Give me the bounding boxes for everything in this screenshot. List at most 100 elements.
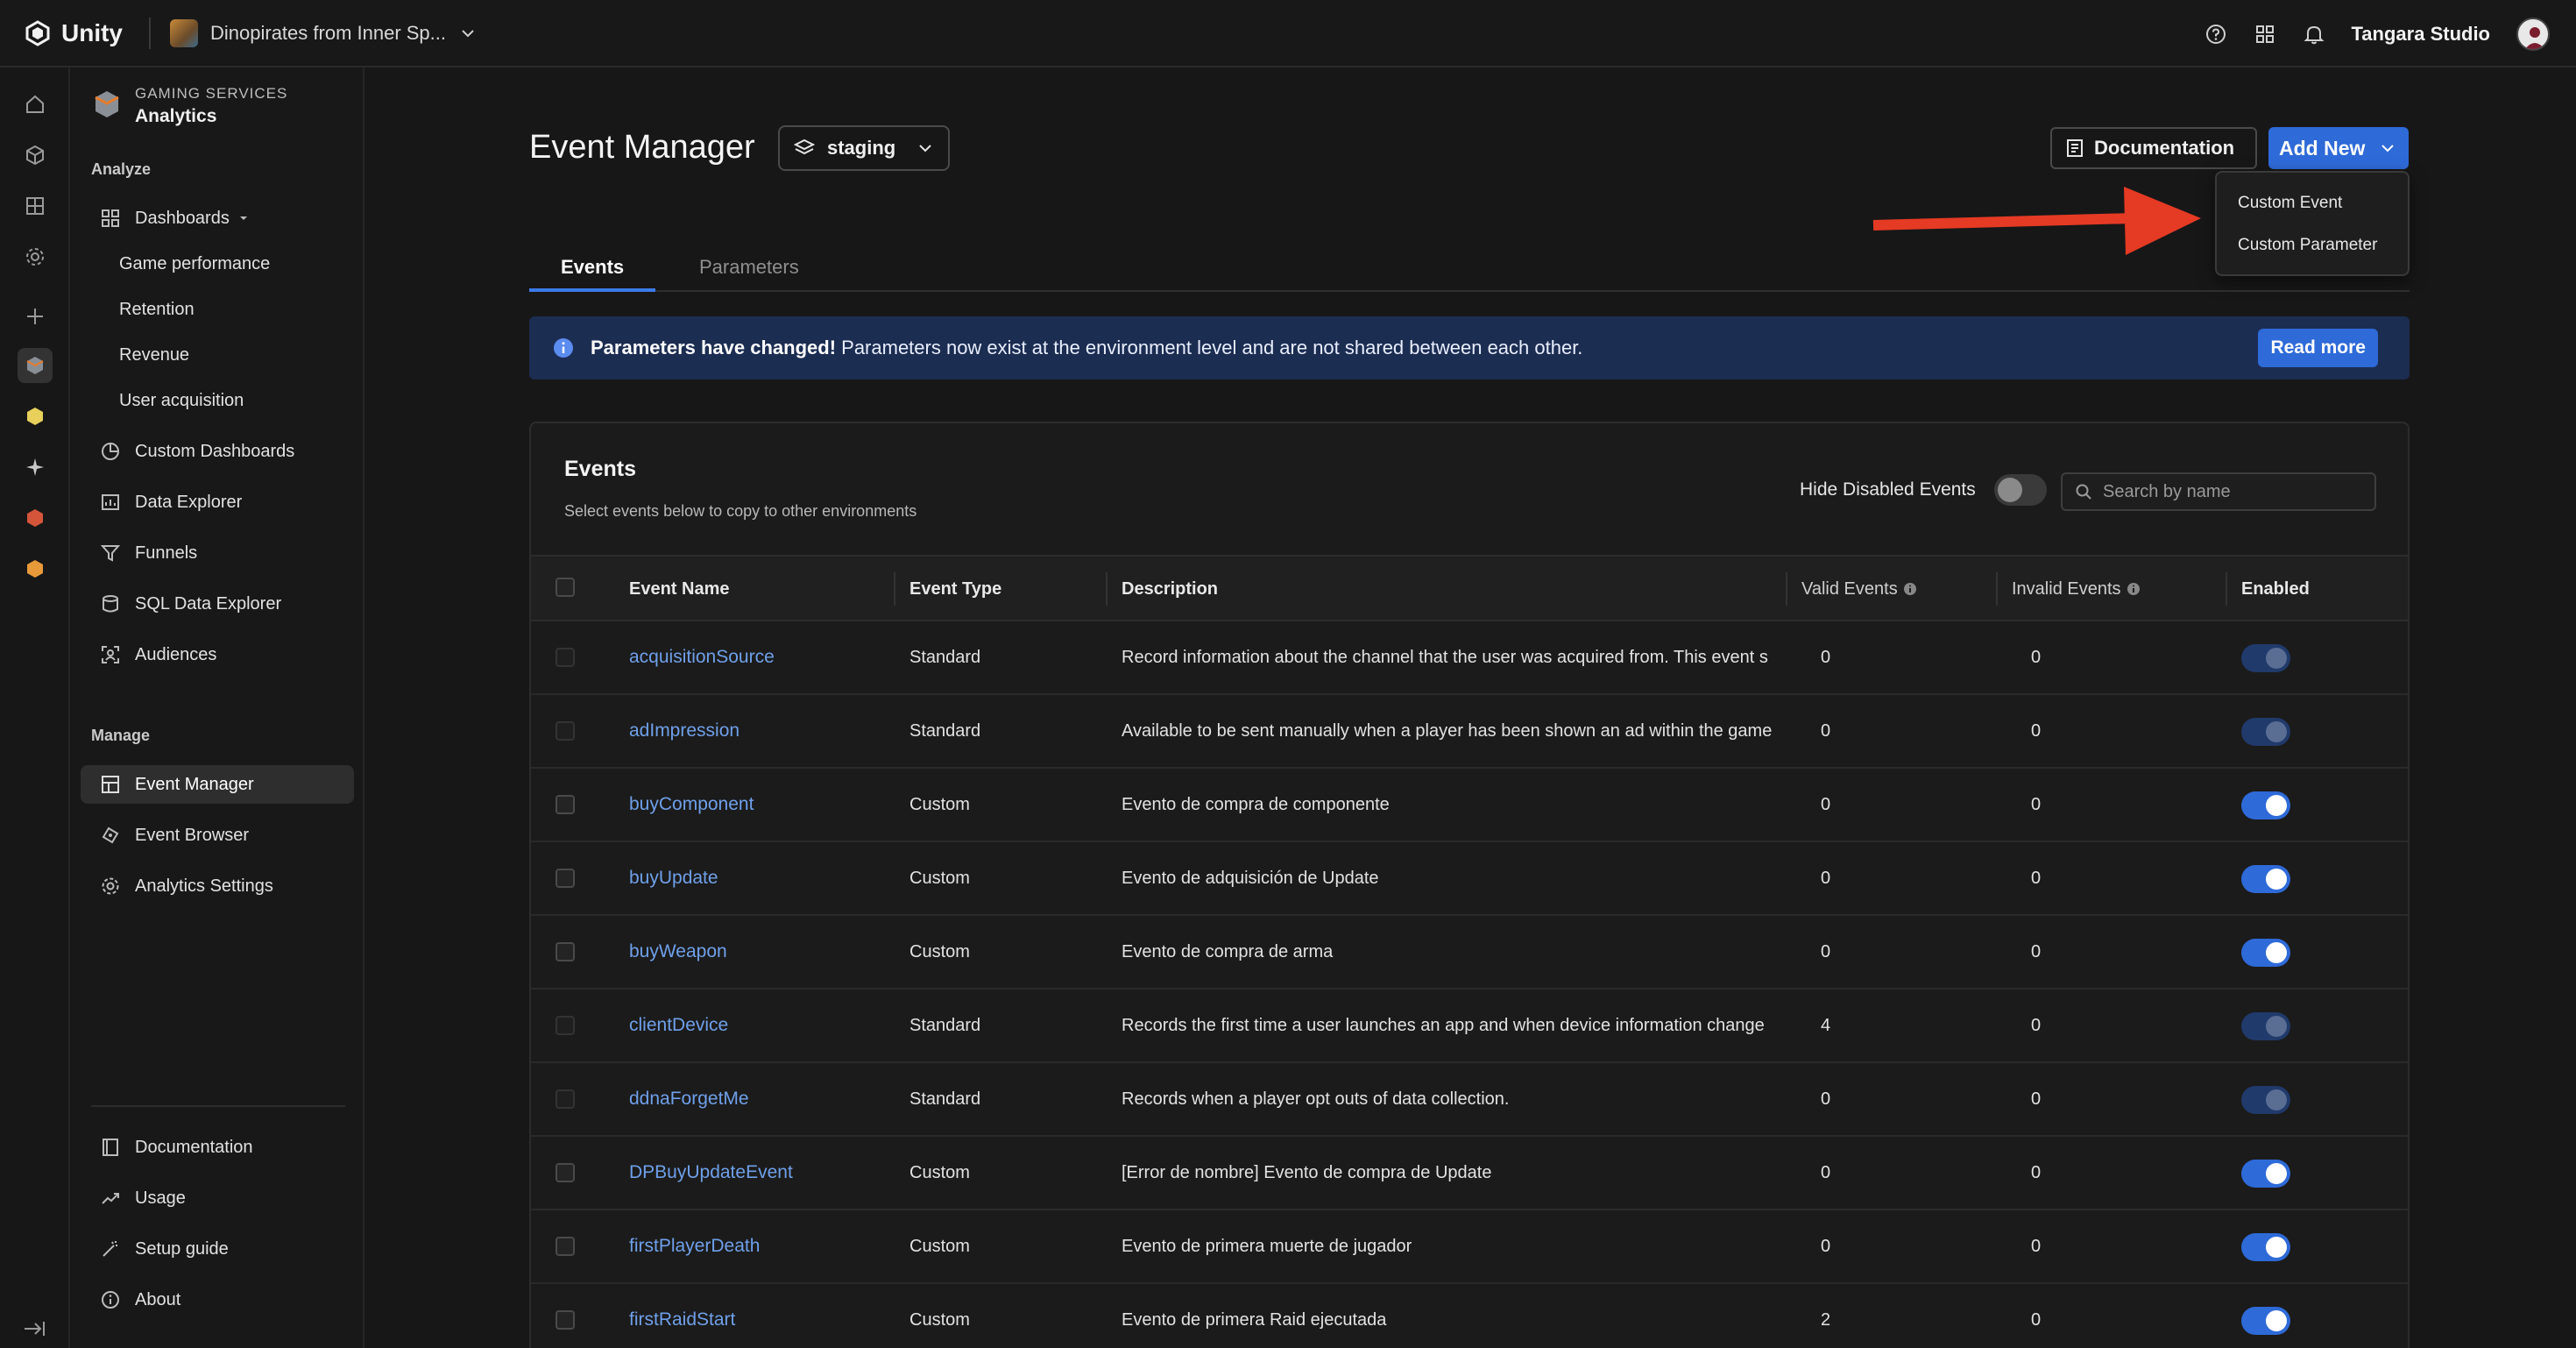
- column-description[interactable]: Description: [1105, 557, 1218, 621]
- read-more-button[interactable]: Read more: [2258, 329, 2378, 367]
- event-name-link[interactable]: buyWeapon: [629, 916, 892, 988]
- add-new-button[interactable]: Add New: [2268, 127, 2409, 169]
- rail-projects[interactable]: [18, 138, 53, 173]
- event-name-link[interactable]: firstRaidStart: [629, 1284, 892, 1348]
- brand[interactable]: Unity: [25, 19, 123, 47]
- event-name-link[interactable]: adImpression: [629, 695, 892, 767]
- sidebar-item-documentation[interactable]: Documentation: [81, 1128, 354, 1167]
- sidebar-item-dashboards[interactable]: Dashboards: [81, 199, 354, 238]
- sidebar-item-about[interactable]: About: [81, 1281, 354, 1319]
- column-event-type[interactable]: Event Type: [893, 557, 1001, 621]
- table-row[interactable]: ddnaForgetMe Standard Records when a playe…: [531, 1063, 2408, 1137]
- enabled-toggle[interactable]: [2241, 865, 2290, 893]
- select-all-checkbox[interactable]: [556, 578, 575, 597]
- project-name[interactable]: Dinopirates from Inner Sp...: [210, 22, 446, 45]
- event-name-link[interactable]: ddnaForgetMe: [629, 1063, 892, 1135]
- row-checkbox[interactable]: [556, 1089, 575, 1109]
- rail-add[interactable]: [18, 299, 53, 334]
- chevron-down-icon[interactable]: [460, 25, 476, 41]
- help-icon[interactable]: [2204, 23, 2227, 46]
- row-checkbox[interactable]: [556, 648, 575, 667]
- tab-events[interactable]: Events: [529, 250, 656, 292]
- enabled-toggle[interactable]: [2241, 1086, 2290, 1114]
- rail-analytics[interactable]: [18, 348, 53, 383]
- sidebar-item-user-acquisition[interactable]: User acquisition: [81, 381, 354, 420]
- table-row[interactable]: adImpression Standard Available to be sent…: [531, 695, 2408, 769]
- event-name-link[interactable]: firstPlayerDeath: [629, 1210, 892, 1282]
- layers-icon: [794, 138, 815, 155]
- collapse-sidebar-icon[interactable]: [19, 1313, 51, 1344]
- event-name-link[interactable]: buyUpdate: [629, 842, 892, 914]
- rail-settings[interactable]: [18, 239, 53, 274]
- table-row[interactable]: acquisitionSource Standard Record informat…: [531, 621, 2408, 695]
- enabled-toggle[interactable]: [2241, 644, 2290, 672]
- row-checkbox[interactable]: [556, 1237, 575, 1256]
- row-checkbox[interactable]: [556, 1163, 575, 1182]
- enabled-toggle[interactable]: [2241, 1307, 2290, 1335]
- column-event-name[interactable]: Event Name: [629, 557, 730, 621]
- event-name-link[interactable]: buyComponent: [629, 769, 892, 841]
- sidebar-item-retention[interactable]: Retention: [81, 290, 354, 329]
- sidebar-item-data-explorer[interactable]: Data Explorer: [81, 483, 354, 521]
- row-checkbox[interactable]: [556, 942, 575, 961]
- table-row[interactable]: firstPlayerDeath Custom Evento de primera …: [531, 1210, 2408, 1284]
- rail-service-orange[interactable]: [18, 551, 53, 586]
- hide-disabled-toggle[interactable]: [1994, 474, 2047, 506]
- valid-events-count: 0: [1821, 868, 1831, 888]
- tab-parameters[interactable]: Parameters: [668, 250, 831, 292]
- row-checkbox[interactable]: [556, 795, 575, 814]
- environment-value: staging: [827, 137, 896, 159]
- enabled-toggle[interactable]: [2241, 1160, 2290, 1188]
- event-name-link[interactable]: clientDevice: [629, 990, 892, 1061]
- invalid-events-count: 0: [2031, 1089, 2042, 1109]
- table-row[interactable]: buyUpdate Custom Evento de adquisición de …: [531, 842, 2408, 916]
- table-row[interactable]: buyWeapon Custom Evento de compra de arma 0…: [531, 916, 2408, 990]
- rail-home[interactable]: [18, 87, 53, 122]
- row-checkbox[interactable]: [556, 1310, 575, 1330]
- invalid-events-count: 0: [2031, 647, 2042, 667]
- rail-service-red[interactable]: [18, 500, 53, 536]
- table-row[interactable]: buyComponent Custom Evento de compra de co…: [531, 769, 2408, 842]
- enabled-toggle[interactable]: [2241, 791, 2290, 819]
- avatar[interactable]: [2516, 17, 2550, 51]
- table-row[interactable]: DPBuyUpdateEvent Custom [Error de nombre] …: [531, 1137, 2408, 1210]
- row-checkbox[interactable]: [556, 721, 575, 741]
- column-valid-events[interactable]: Valid Events: [1786, 557, 1917, 621]
- event-name-link[interactable]: DPBuyUpdateEvent: [629, 1137, 892, 1209]
- sidebar-item-event-manager[interactable]: Event Manager: [81, 765, 354, 804]
- sidebar-item-game-performance[interactable]: Game performance: [81, 245, 354, 283]
- column-enabled[interactable]: Enabled: [2226, 557, 2310, 621]
- rail-dashboard[interactable]: [18, 188, 53, 223]
- sidebar-item-custom-dashboards[interactable]: Custom Dashboards: [81, 432, 354, 471]
- table-row[interactable]: firstRaidStart Custom Evento de primera Ra…: [531, 1284, 2408, 1348]
- table-row[interactable]: clientDevice Standard Records the first ti…: [531, 990, 2408, 1063]
- rail-service-yellow[interactable]: [18, 399, 53, 434]
- search-box[interactable]: [2061, 472, 2376, 511]
- enabled-toggle[interactable]: [2241, 939, 2290, 967]
- org-name[interactable]: Tangara Studio: [2352, 23, 2491, 46]
- sidebar-item-setup-guide[interactable]: Setup guide: [81, 1230, 354, 1268]
- event-name-link[interactable]: acquisitionSource: [629, 621, 892, 693]
- sidebar-item-funnels[interactable]: Funnels: [81, 534, 354, 572]
- sidebar-item-analytics-settings[interactable]: Analytics Settings: [81, 867, 354, 905]
- menu-item-custom-event[interactable]: Custom Event: [2238, 194, 2342, 213]
- sidebar-item-event-browser[interactable]: Event Browser: [81, 816, 354, 855]
- valid-events-count: 0: [1821, 794, 1831, 814]
- sidebar-item-revenue[interactable]: Revenue: [81, 336, 354, 374]
- documentation-button[interactable]: Documentation: [2050, 127, 2257, 169]
- enabled-toggle[interactable]: [2241, 1012, 2290, 1040]
- bell-icon[interactable]: [2303, 23, 2325, 46]
- row-checkbox[interactable]: [556, 869, 575, 888]
- sidebar-item-audiences[interactable]: Audiences: [81, 635, 354, 674]
- row-checkbox[interactable]: [556, 1016, 575, 1035]
- sidebar-item-usage[interactable]: Usage: [81, 1179, 354, 1217]
- sidebar-item-sql-data-explorer[interactable]: SQL Data Explorer: [81, 585, 354, 623]
- rail-ai[interactable]: [18, 450, 53, 485]
- environment-select[interactable]: staging: [778, 125, 950, 171]
- sidebar-item-label: Game performance: [119, 253, 271, 273]
- enabled-toggle[interactable]: [2241, 1233, 2290, 1261]
- search-input[interactable]: [2103, 481, 2366, 502]
- column-invalid-events[interactable]: Invalid Events: [1996, 557, 2141, 621]
- apps-grid-icon[interactable]: [2254, 23, 2276, 46]
- enabled-toggle[interactable]: [2241, 718, 2290, 746]
